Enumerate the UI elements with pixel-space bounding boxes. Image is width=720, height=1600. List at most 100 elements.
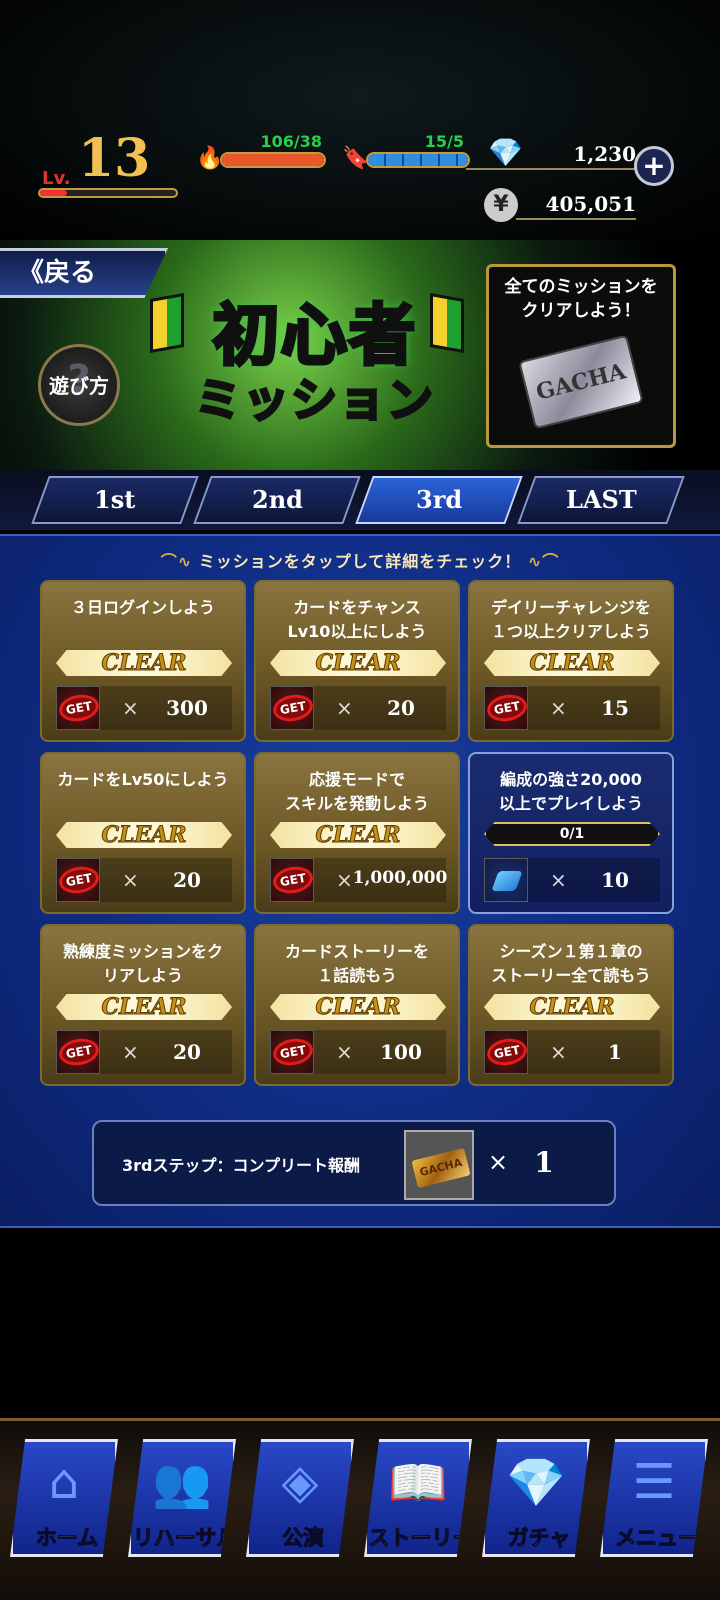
mission-title: カードをチャンス Lv10以上にしよう xyxy=(287,598,427,641)
back-chevron-icon: 《 xyxy=(18,258,45,288)
mission-card[interactable]: デイリーチャレンジを １つ以上クリアしよう CLEAR GET × 15 xyxy=(468,580,674,742)
tab-1st[interactable]: 1st xyxy=(31,476,199,524)
get-stamp: GET xyxy=(485,1035,529,1069)
times-sign: × xyxy=(550,868,567,892)
mission-card[interactable]: 熟練度ミッションをク リアしよう CLEAR GET × 20 xyxy=(40,924,246,1086)
status-header: Lv. 13 🔥 106/38 🔖 15/5 💎 1,230 + ¥ 405,0… xyxy=(0,0,720,240)
mission-card[interactable]: ３日ログインしよう CLEAR GET × 300 xyxy=(40,580,246,742)
all-clear-reward-box[interactable]: 全てのミッションを クリアしよう！ GACHA xyxy=(486,264,676,448)
get-stamp: GET xyxy=(271,1035,315,1069)
reward-qty: 1 xyxy=(608,1040,622,1064)
coin-icon: ¥ xyxy=(484,188,518,222)
how-to-play-button[interactable]: ? 遊び方 xyxy=(38,344,120,426)
times-sign: × xyxy=(550,1040,567,1064)
times-sign: × xyxy=(122,696,139,720)
ornament-right-icon: ∿⌒ xyxy=(521,552,560,571)
reward-item-icon: GET xyxy=(56,686,101,730)
reward-qty: 15 xyxy=(601,696,629,720)
nav-home[interactable]: ⌂ ホーム xyxy=(10,1439,118,1557)
times-sign: × xyxy=(122,1040,139,1064)
reward-qty: 1,000,000 xyxy=(352,868,448,888)
mission-card[interactable]: シーズン１第１章の ストーリー全て読もう CLEAR GET × 1 xyxy=(468,924,674,1086)
clear-badge: CLEAR xyxy=(270,994,446,1020)
times-sign: × xyxy=(550,696,567,720)
gem-count: 1,230 xyxy=(466,140,636,170)
clear-badge: CLEAR xyxy=(270,650,446,676)
times-sign: × xyxy=(336,696,353,720)
tab-last[interactable]: LAST xyxy=(517,476,685,524)
mission-card[interactable]: 編成の強さ20,000 以上でプレイしよう 0/1 × 10 xyxy=(468,752,674,914)
back-button[interactable]: 《戻る xyxy=(0,248,168,298)
mission-card[interactable]: 応援モードで スキルを発動しよう CLEAR GET × 1,000,000 xyxy=(254,752,460,914)
mission-title: 編成の強さ20,000 以上でプレイしよう xyxy=(498,770,643,813)
stamina-a-value: 106/38 xyxy=(260,132,322,151)
times-sign: × xyxy=(122,868,139,892)
clear-badge: CLEAR xyxy=(56,650,232,676)
stamina-a: 🔥 106/38 xyxy=(196,132,328,172)
stamina-b: 🔖 15/5 xyxy=(342,132,470,172)
mission-title: カードストーリーを １話読もう xyxy=(284,942,429,985)
hint-text: ⌒∿ ミッションをタップして詳細をチェック！ ∿⌒ xyxy=(160,552,560,571)
reward-item-icon: GET xyxy=(270,1030,315,1074)
clear-badge: CLEAR xyxy=(270,822,446,848)
mission-title: デイリーチャレンジを １つ以上クリアしよう xyxy=(490,598,651,641)
stamina-b-value: 15/5 xyxy=(424,132,464,151)
reward-qty: 20 xyxy=(173,1040,201,1064)
mission-reward: GET × 20 xyxy=(270,686,446,730)
nav-label: リハーサル xyxy=(132,1526,238,1551)
level-exp-bar xyxy=(38,188,178,198)
mission-reward: GET × 300 xyxy=(56,686,232,730)
complete-reward-label: 3rdステップ：コンプリート報酬 xyxy=(122,1156,360,1175)
nav-label: ストーリー xyxy=(368,1526,474,1551)
home-icon: ⌂ xyxy=(48,1454,80,1510)
reward-item-icon: GET xyxy=(56,858,101,902)
mission-title: 応援モードで スキルを発動しよう xyxy=(284,770,429,813)
gacha-ticket-icon: GACHA xyxy=(518,334,644,430)
mission-title: ３日ログインしよう xyxy=(70,598,215,617)
mission-reward: GET × 1,000,000 xyxy=(270,858,447,902)
mission-reward: GET × 100 xyxy=(270,1030,446,1074)
nav-rehearsal[interactable]: 👥 リハーサル xyxy=(128,1439,236,1557)
mission-title: シーズン１第１章の ストーリー全て読もう xyxy=(491,942,651,985)
nav-label: メニュー xyxy=(615,1526,700,1551)
add-gems-button[interactable]: + xyxy=(634,146,674,186)
mission-title: 熟練度ミッションをク リアしよう xyxy=(62,942,223,985)
nav-gacha[interactable]: 💎 ガチャ xyxy=(482,1439,590,1557)
tab-3rd[interactable]: 3rd xyxy=(355,476,523,524)
get-stamp: GET xyxy=(485,691,529,725)
complete-reward: 3rdステップ：コンプリート報酬 GACHA × 1 xyxy=(92,1120,616,1206)
complete-reward-qty: 1 xyxy=(534,1146,554,1179)
story-icon: 📖 xyxy=(388,1455,448,1511)
mission-title: カードをLv50にしよう xyxy=(57,770,229,789)
shoe-item-icon xyxy=(484,858,528,902)
reward-text-2: クリアしよう！ xyxy=(521,301,641,321)
mission-reward: GET × 1 xyxy=(484,1030,660,1074)
level-display: Lv. 13 xyxy=(38,128,178,198)
clear-badge: CLEAR xyxy=(484,650,660,676)
gacha-icon: 💎 xyxy=(506,1455,566,1511)
level-prefix: Lv. xyxy=(42,168,71,189)
mission-reward: GET × 20 xyxy=(56,858,232,902)
reward-item-icon: GET xyxy=(270,686,315,730)
times-sign: × xyxy=(336,1040,353,1064)
step-tabs: 1st 2nd 3rd LAST xyxy=(0,470,720,530)
mission-card[interactable]: カードをチャンス Lv10以上にしよう CLEAR GET × 20 xyxy=(254,580,460,742)
nav-story[interactable]: 📖 ストーリー xyxy=(364,1439,472,1557)
tab-2nd[interactable]: 2nd xyxy=(193,476,361,524)
mission-reward: × 10 xyxy=(484,858,660,902)
nav-menu[interactable]: ☰ メニュー xyxy=(600,1439,708,1557)
clear-badge: CLEAR xyxy=(56,994,232,1020)
reward-item-icon: GET xyxy=(270,858,315,902)
level-number: 13 xyxy=(78,128,151,189)
nav-stage[interactable]: ◈ 公演 xyxy=(246,1439,354,1557)
reward-qty: 10 xyxy=(601,868,629,892)
reward-qty: 300 xyxy=(166,696,208,720)
mission-reward: GET × 15 xyxy=(484,686,660,730)
reward-text-1: 全てのミッションを xyxy=(504,277,658,297)
coin-count: 405,051 xyxy=(516,190,636,220)
reward-item-icon: GET xyxy=(484,1030,529,1074)
mission-card[interactable]: カードストーリーを １話読もう CLEAR GET × 100 xyxy=(254,924,460,1086)
mission-card[interactable]: カードをLv50にしよう CLEAR GET × 20 xyxy=(40,752,246,914)
banner-subtitle: ミッション xyxy=(194,372,435,429)
nav-label: 公演 xyxy=(282,1526,325,1551)
